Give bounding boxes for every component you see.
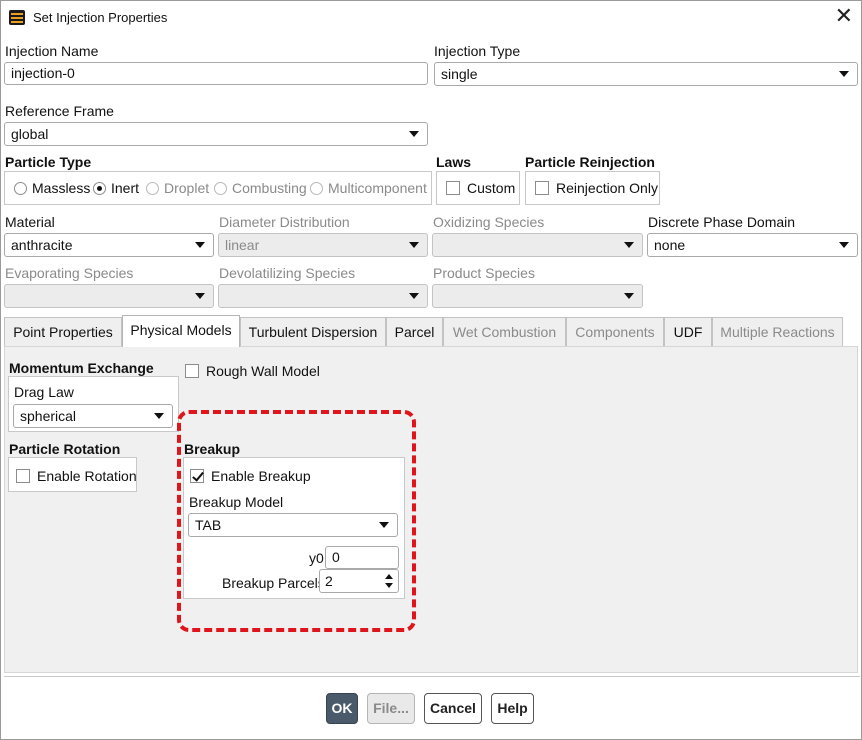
evaporating-species-dropdown[interactable] <box>4 284 214 308</box>
chevron-down-icon <box>195 242 205 248</box>
chevron-down-icon <box>624 242 634 248</box>
material-dropdown[interactable]: anthracite <box>4 233 214 257</box>
radio-icon <box>310 181 323 195</box>
checkbox-icon <box>535 181 549 195</box>
breakup-parcels-stepper[interactable]: 2 <box>319 569 399 593</box>
radio-combusting[interactable]: Combusting <box>214 180 307 196</box>
chevron-down-icon <box>624 293 634 299</box>
chevron-down-icon <box>839 242 849 248</box>
chevron-down-icon <box>839 71 849 77</box>
breakup-parcels-label: Breakup Parcels <box>222 575 325 591</box>
diameter-distribution-dropdown[interactable]: linear <box>218 233 428 257</box>
injection-name-input[interactable]: injection-0 <box>4 62 428 85</box>
reinjection-group: Reinjection Only <box>525 171 660 205</box>
footer-divider <box>4 676 860 677</box>
devolatilizing-species-label: Devolatilizing Species <box>219 265 356 281</box>
product-species-dropdown[interactable] <box>432 284 643 308</box>
momentum-exchange-header: Momentum Exchange <box>9 360 154 376</box>
particle-reinjection-header: Particle Reinjection <box>525 154 655 170</box>
product-species-label: Product Species <box>433 265 535 281</box>
radio-icon <box>214 181 227 195</box>
breakup-model-label: Breakup Model <box>189 494 284 510</box>
title-bar: Set Injection Properties ✕ <box>1 1 861 35</box>
checkbox-checked-icon <box>190 469 204 483</box>
radio-massless[interactable]: Massless <box>14 180 90 196</box>
particle-type-group: Massless Inert Droplet Combusting Multic… <box>4 171 432 205</box>
arrow-up-icon[interactable] <box>385 574 393 579</box>
radio-inert[interactable]: Inert <box>93 180 139 196</box>
y0-label: y0 <box>309 550 324 566</box>
y0-input[interactable]: 0 <box>325 546 399 569</box>
radio-multicomponent[interactable]: Multicomponent <box>310 180 427 196</box>
particle-type-header: Particle Type <box>5 154 92 170</box>
oxidizing-species-label: Oxidizing Species <box>433 214 545 230</box>
arrow-down-icon[interactable] <box>385 583 393 588</box>
custom-laws-checkbox[interactable]: Custom <box>446 180 515 196</box>
chevron-down-icon <box>154 413 164 419</box>
reference-frame-label: Reference Frame <box>5 103 114 119</box>
tab-physical-models[interactable]: Physical Models <box>122 315 240 347</box>
breakup-model-dropdown[interactable]: TAB <box>188 513 398 537</box>
oxidizing-species-dropdown[interactable] <box>432 233 643 257</box>
close-icon[interactable]: ✕ <box>835 5 853 27</box>
tab-udf[interactable]: UDF <box>664 317 712 347</box>
radio-selected-icon <box>93 181 106 195</box>
laws-group: Custom <box>436 171 520 205</box>
enable-rotation-checkbox[interactable]: Enable Rotation <box>16 468 137 484</box>
radio-icon <box>14 181 27 195</box>
tab-wet-combustion[interactable]: Wet Combustion <box>443 317 566 347</box>
injection-name-label: Injection Name <box>5 43 99 59</box>
tab-parcel[interactable]: Parcel <box>386 317 443 347</box>
cancel-button[interactable]: Cancel <box>424 693 482 724</box>
chevron-down-icon <box>409 131 419 137</box>
reference-frame-value: global <box>11 126 49 142</box>
discrete-phase-domain-label: Discrete Phase Domain <box>648 214 796 230</box>
drag-law-label: Drag Law <box>14 384 74 400</box>
tab-multiple-reactions[interactable]: Multiple Reactions <box>712 317 843 347</box>
reinjection-only-checkbox[interactable]: Reinjection Only <box>535 180 658 196</box>
checkbox-icon <box>16 469 30 483</box>
app-icon <box>9 10 25 25</box>
injection-type-dropdown[interactable]: single <box>434 62 858 86</box>
chevron-down-icon <box>195 293 205 299</box>
checkbox-icon <box>185 364 199 378</box>
devolatilizing-species-dropdown[interactable] <box>218 284 428 308</box>
material-label: Material <box>5 214 55 230</box>
chevron-down-icon <box>409 242 419 248</box>
reference-frame-dropdown[interactable]: global <box>4 122 428 146</box>
injection-type-value: single <box>441 66 478 82</box>
injection-type-label: Injection Type <box>434 43 521 59</box>
tab-turbulent-dispersion[interactable]: Turbulent Dispersion <box>240 317 386 347</box>
radio-droplet[interactable]: Droplet <box>146 180 209 196</box>
ok-button[interactable]: OK <box>326 693 358 724</box>
rough-wall-model-checkbox[interactable]: Rough Wall Model <box>185 363 320 379</box>
checkbox-icon <box>446 181 460 195</box>
chevron-down-icon <box>379 522 389 528</box>
dialog-window: Set Injection Properties ✕ Injection Nam… <box>0 0 862 740</box>
radio-icon <box>146 181 159 195</box>
help-button[interactable]: Help <box>491 693 534 724</box>
drag-law-dropdown[interactable]: spherical <box>13 404 173 428</box>
particle-rotation-group: Enable Rotation <box>8 457 137 492</box>
particle-rotation-header: Particle Rotation <box>9 441 121 457</box>
evaporating-species-label: Evaporating Species <box>5 265 134 281</box>
window-title: Set Injection Properties <box>33 10 168 25</box>
enable-breakup-checkbox[interactable]: Enable Breakup <box>190 468 311 484</box>
breakup-header: Breakup <box>184 441 241 457</box>
tab-components[interactable]: Components <box>566 317 664 347</box>
tab-point-properties[interactable]: Point Properties <box>4 317 122 347</box>
laws-header: Laws <box>436 154 472 170</box>
tab-bar: Point Properties Physical Models Turbule… <box>4 315 858 347</box>
file-button[interactable]: File... <box>367 693 415 724</box>
chevron-down-icon <box>409 293 419 299</box>
diameter-distribution-label: Diameter Distribution <box>219 214 350 230</box>
discrete-phase-domain-dropdown[interactable]: none <box>647 233 858 257</box>
